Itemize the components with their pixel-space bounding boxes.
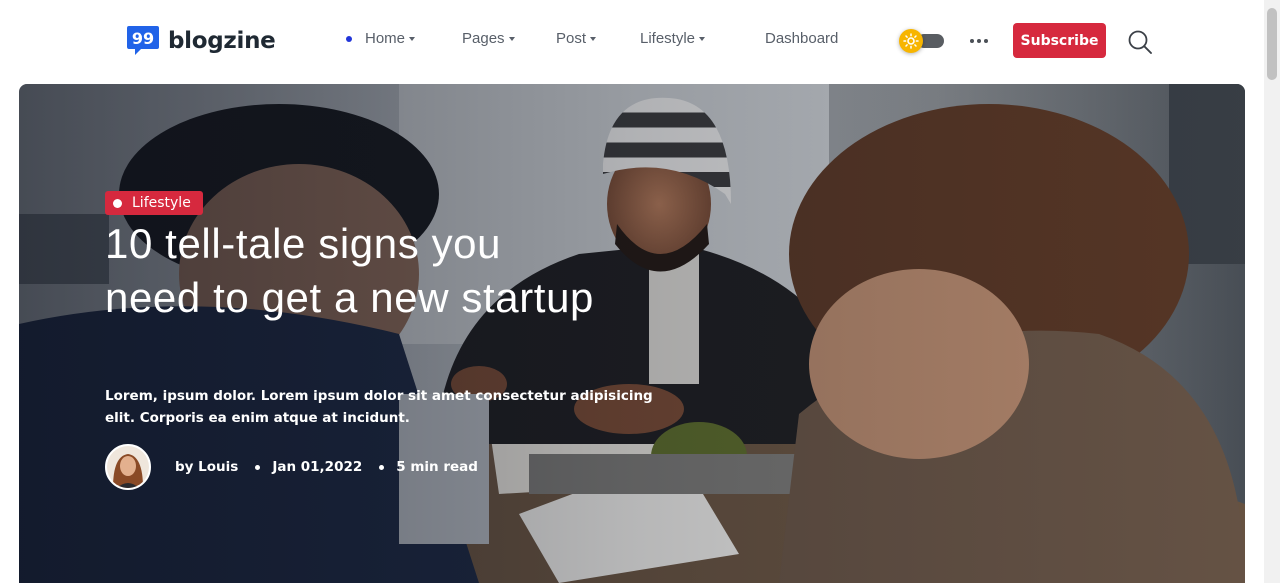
meta-separator	[379, 464, 385, 470]
nav-item-label: Post	[556, 30, 587, 47]
brand-logo[interactable]: 99 blogzine	[126, 24, 276, 58]
active-indicator-dot	[346, 35, 352, 42]
nav-item-label: Home	[365, 30, 406, 47]
search-icon[interactable]	[1127, 29, 1153, 55]
nav-item-pages[interactable]: Pages	[462, 30, 515, 47]
post-excerpt: Lorem, ipsum dolor. Lorem ipsum dolor si…	[105, 388, 653, 426]
scrollbar-thumb[interactable]	[1267, 8, 1277, 80]
nav-item-label: Lifestyle	[640, 30, 696, 47]
speech-bubble-quote-icon: 99	[127, 26, 159, 55]
hero-background-image	[19, 84, 1245, 583]
toggle-knob	[899, 29, 923, 53]
nav-item-dashboard[interactable]: Dashboard	[765, 30, 838, 47]
nav-item-label: Pages	[462, 30, 505, 47]
post-title[interactable]: 10 tell-tale signs you need to get a new…	[105, 217, 595, 325]
category-badge[interactable]: Lifestyle	[105, 191, 203, 215]
sun-icon	[903, 33, 919, 49]
caret-down-icon	[590, 37, 597, 41]
nav-item-home[interactable]: Home	[346, 30, 416, 47]
caret-down-icon	[699, 37, 706, 41]
post-read-time: 5 min read	[396, 459, 478, 475]
hero-featured-post[interactable]: Lifestyle 10 tell-tale signs you need to…	[19, 84, 1245, 583]
avatar[interactable]	[105, 444, 151, 490]
svg-text:99: 99	[132, 29, 154, 48]
subscribe-button[interactable]: Subscribe	[1013, 23, 1106, 58]
badge-dot	[113, 198, 122, 208]
post-author[interactable]: by Louis	[175, 459, 238, 475]
nav-item-label: Dashboard	[765, 30, 839, 47]
site-header: 99 blogzine Home Pages Post Lifestyle Da…	[0, 0, 1264, 82]
meta-separator	[255, 464, 261, 470]
caret-down-icon	[508, 37, 515, 41]
category-label: Lifestyle	[132, 195, 191, 211]
author-photo	[107, 446, 149, 488]
theme-toggle[interactable]	[899, 29, 945, 53]
nav-item-post[interactable]: Post	[556, 30, 597, 47]
nav-item-lifestyle[interactable]: Lifestyle	[640, 30, 706, 47]
post-date: Jan 01,2022	[272, 459, 363, 475]
page-scrollbar[interactable]	[1264, 0, 1280, 583]
brand-name: blogzine	[168, 28, 276, 54]
caret-down-icon	[409, 37, 416, 41]
post-meta: by Louis Jan 01,2022 5 min read	[105, 444, 478, 490]
ellipsis-icon[interactable]	[966, 32, 992, 50]
